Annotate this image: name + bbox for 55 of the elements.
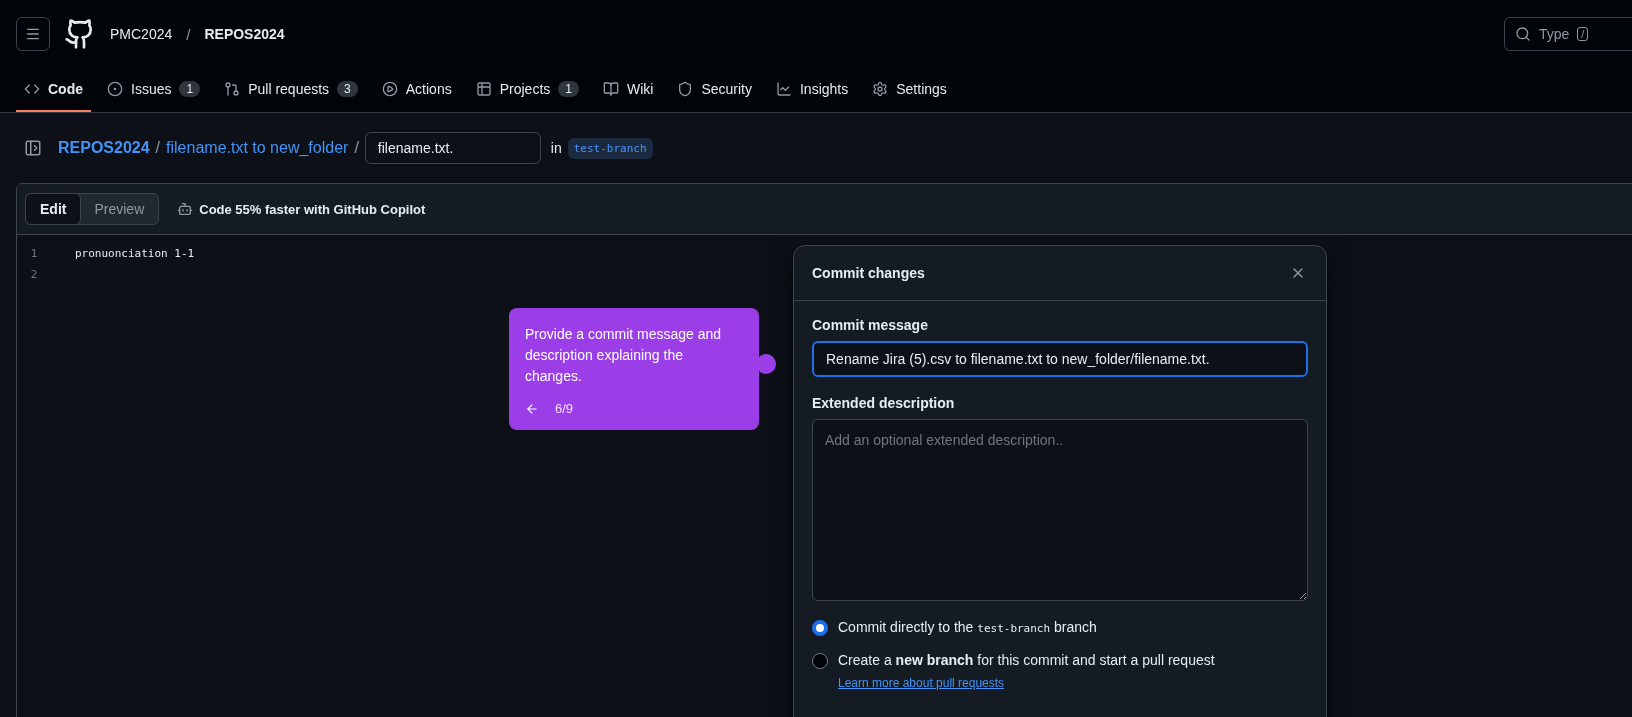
side-panel-icon[interactable] — [24, 139, 42, 157]
repo-tab[interactable]: Security — [669, 68, 760, 112]
repo-tab[interactable]: Wiki — [594, 68, 662, 112]
in-label: in — [550, 140, 562, 156]
radio-button[interactable] — [812, 620, 828, 636]
play-icon — [381, 81, 398, 97]
repo-tab[interactable]: Issues 1 — [99, 68, 209, 112]
mode-tab[interactable]: Preview — [79, 193, 160, 225]
count-badge: 1 — [179, 81, 201, 97]
pull-request-icon — [224, 81, 241, 97]
description-field[interactable]: Add an optional extended description.. — [812, 419, 1308, 601]
menu-icon — [25, 26, 41, 42]
code-line: pronuonciation 1-1 — [75, 247, 195, 260]
folder-link[interactable]: filename.txt to new_folder — [166, 139, 349, 157]
settings-icon — [872, 81, 889, 97]
count-badge: 3 — [337, 81, 358, 97]
line-number: 1 — [29, 247, 39, 260]
book-icon — [602, 81, 619, 97]
repo-link[interactable]: REPOS2024 — [204, 26, 285, 42]
owner-link[interactable]: PMC2024 — [110, 26, 173, 42]
repo-tab[interactable]: Settings — [864, 68, 955, 112]
tooltip-text: Provide a commit message and description explaining the changes. — [525, 325, 723, 386]
search-icon — [1515, 26, 1531, 42]
field-label: Extended description — [812, 395, 956, 411]
shield-icon — [677, 81, 694, 97]
repo-tab[interactable]: Insights — [768, 68, 857, 112]
filename-field[interactable]: filename.txt. — [364, 132, 541, 164]
search-field[interactable]: Type / — [1504, 17, 1632, 51]
copilot-promo[interactable]: Code 55% faster with GitHub Copilot — [199, 201, 426, 217]
commit-message-field[interactable]: Rename Jira (5).csv to filename.txt to new_folder/filename.txt. — [812, 341, 1308, 377]
path-separator: / — [354, 139, 359, 157]
count-badge: 1 — [558, 81, 579, 97]
field-label: Commit message — [812, 317, 929, 333]
robot-icon — [177, 201, 194, 217]
menu-button[interactable] — [16, 17, 50, 51]
path-separator: / — [155, 139, 161, 157]
line-number: 2 — [29, 268, 39, 281]
repo-tab[interactable]: Projects 1 — [467, 68, 587, 112]
circle-dot-icon — [107, 81, 123, 97]
repo-tab[interactable]: Actions — [373, 68, 460, 112]
radio-button[interactable] — [812, 653, 828, 669]
path-separator: / — [186, 25, 191, 43]
chart-icon — [776, 81, 792, 97]
option-label: Create a new branch for this commit and start a pull request — [838, 652, 1215, 668]
branch-label: test-branch — [567, 137, 653, 159]
step-counter: 6/9 — [555, 401, 574, 416]
mode-tab[interactable]: Edit — [25, 193, 82, 225]
repo-link[interactable]: REPOS2024 — [58, 139, 150, 157]
option-label: Commit directly to the test-branch branch — [838, 618, 1097, 637]
dialog-title: Commit changes — [812, 265, 925, 281]
back-arrow-icon[interactable] — [525, 401, 539, 416]
repo-tab[interactable]: Pull requests 3 — [216, 68, 366, 112]
learn-more-link[interactable]: Learn more about pull requests — [838, 676, 1005, 690]
code-icon — [24, 81, 40, 97]
table-icon — [475, 81, 492, 97]
